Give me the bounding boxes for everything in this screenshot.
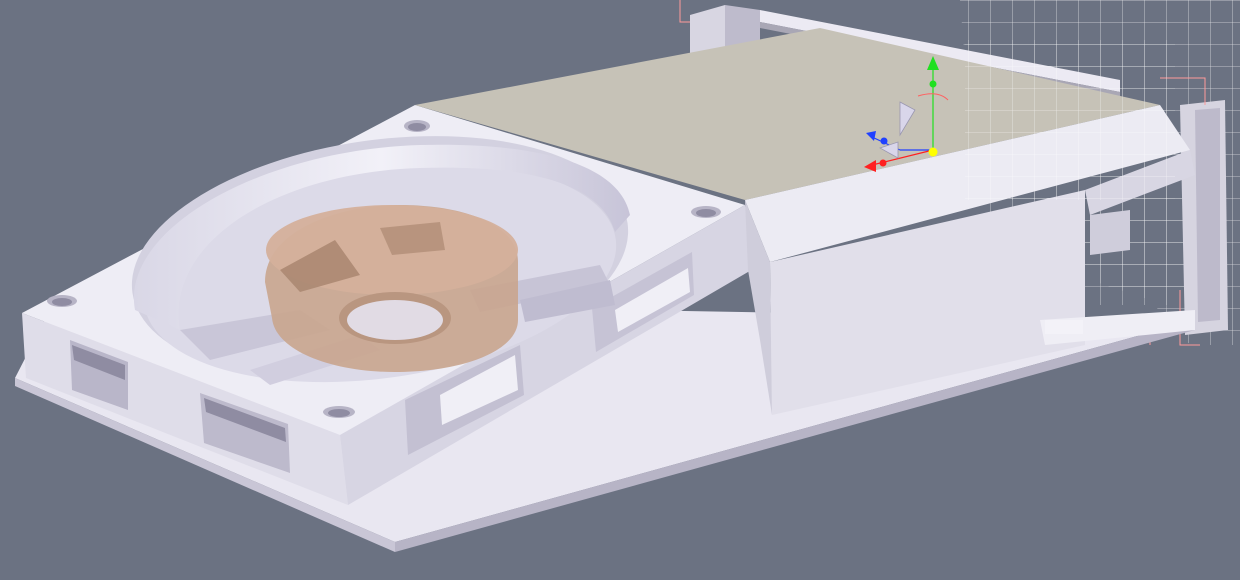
wireframe-overlay xyxy=(965,40,1175,200)
scene-canvas[interactable] xyxy=(0,0,1240,580)
fan-hub xyxy=(265,205,518,372)
3d-viewport[interactable] xyxy=(0,0,1240,580)
